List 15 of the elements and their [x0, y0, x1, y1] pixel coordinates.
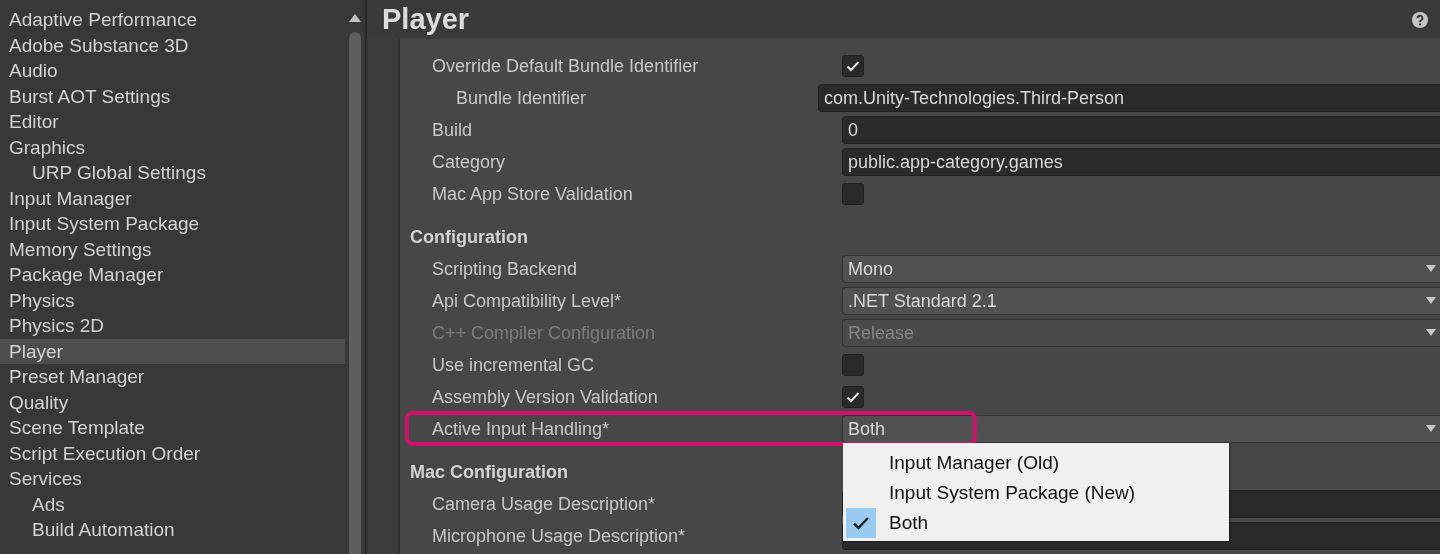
section-heading: Configuration: [410, 226, 528, 249]
setting-label: Mac App Store Validation: [431, 183, 634, 205]
setting-label: Scripting Backend: [431, 258, 579, 280]
setting-label: Assembly Version Validation: [431, 386, 659, 408]
setting-label: Build: [431, 119, 474, 141]
setting-label: Bundle Identifier: [455, 87, 588, 109]
setting-label: Active Input Handling*: [431, 418, 611, 440]
setting-label: Override Default Bundle Identifier: [431, 55, 700, 77]
setting-label: Microphone Usage Description*: [431, 525, 687, 547]
panel-title: Player: [382, 3, 470, 36]
setting-label: Category: [431, 151, 507, 173]
setting-label: Camera Usage Description*: [431, 493, 657, 515]
setting-label: Use incremental GC: [431, 354, 596, 376]
setting-label: Api Compatibility Level*: [431, 290, 623, 312]
section-heading: Mac Configuration: [410, 461, 568, 484]
